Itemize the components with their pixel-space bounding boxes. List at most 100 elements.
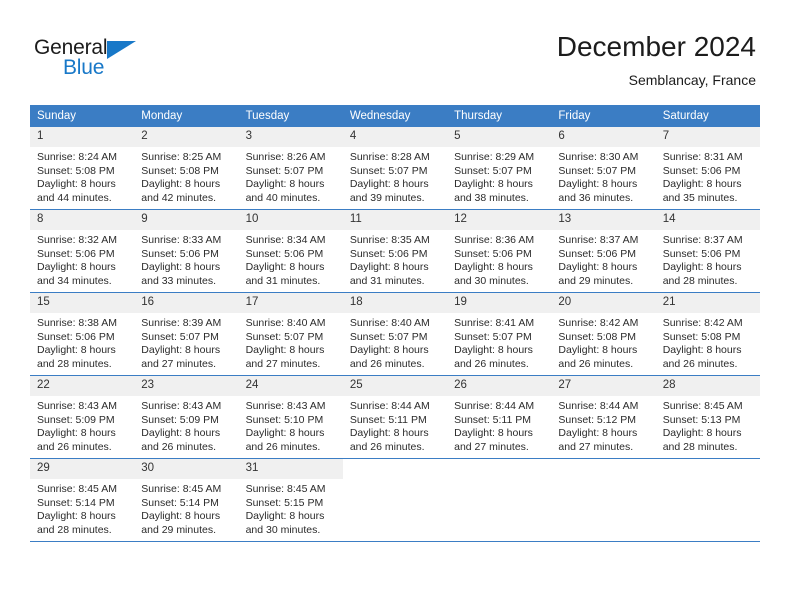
sunrise-text: Sunrise: 8:45 AM <box>37 483 117 495</box>
day-cell[interactable]: 7 Sunrise: 8:31 AM Sunset: 5:06 PM Daylight… <box>655 127 760 210</box>
sunset-text: Sunset: 5:15 PM <box>245 496 324 509</box>
day-cell[interactable]: 8 Sunrise: 8:32 AM Sunset: 5:06 PM Daylight… <box>30 209 135 293</box>
day-cell[interactable]: 24 Sunrise: 8:43 AM Sunset: 5:10 PM Dayligh… <box>238 375 343 459</box>
day-cell[interactable]: 18 Sunrise: 8:40 AM Sunset: 5:07 PM Dayligh… <box>342 292 448 376</box>
day-cell[interactable]: 10 Sunrise: 8:34 AM Sunset: 5:06 PM Dayligh… <box>238 209 343 293</box>
day-cell[interactable]: 28 Sunrise: 8:45 AM Sunset: 5:13 PM Dayligh… <box>655 375 760 459</box>
day-number: 19 <box>447 293 552 313</box>
daylight-text: and 38 minutes. <box>454 191 529 204</box>
day-cell[interactable]: 11 Sunrise: 8:35 AM Sunset: 5:06 PM Dayligh… <box>342 209 448 293</box>
sunrise-text: Sunrise: 8:32 AM <box>37 234 117 246</box>
sunrise-text: Sunrise: 8:40 AM <box>349 317 430 329</box>
day-cell[interactable]: 29 Sunrise: 8:45 AM Sunset: 5:14 PM Dayligh… <box>30 458 135 541</box>
day-cell[interactable]: 22 Sunrise: 8:43 AM Sunset: 5:09 PM Dayligh… <box>30 375 135 459</box>
day-cell-empty <box>342 458 448 541</box>
daylight-text: and 28 minutes. <box>37 357 112 370</box>
daylight-text: Daylight: 8 hours <box>349 178 429 191</box>
day-cell[interactable]: 4 Sunrise: 8:28 AM Sunset: 5:07 PM Daylight… <box>342 127 448 210</box>
daylight-text: and 27 minutes. <box>558 440 634 453</box>
day-details: Sunrise: 8:44 AM Sunset: 5:12 PM Daylight:… <box>551 396 655 454</box>
day-cell[interactable]: 23 Sunrise: 8:43 AM Sunset: 5:09 PM Dayligh… <box>134 375 239 459</box>
sunrise-text: Sunrise: 8:38 AM <box>37 317 117 329</box>
day-number: 30 <box>134 459 239 479</box>
day-cell[interactable]: 31 Sunrise: 8:45 AM Sunset: 5:15 PM Dayligh… <box>238 458 343 541</box>
daylight-text: Daylight: 8 hours <box>245 427 325 440</box>
day-number: 2 <box>134 127 239 147</box>
day-details: Sunrise: 8:43 AM Sunset: 5:10 PM Daylight:… <box>239 396 343 454</box>
day-number: 27 <box>551 376 656 396</box>
day-cell[interactable]: 5 Sunrise: 8:29 AM Sunset: 5:07 PM Daylight… <box>447 127 552 210</box>
day-cell[interactable]: 17 Sunrise: 8:40 AM Sunset: 5:07 PM Dayligh… <box>238 292 343 376</box>
sunset-text: Sunset: 5:06 PM <box>662 247 741 260</box>
day-details: Sunrise: 8:34 AM Sunset: 5:06 PM Daylight:… <box>239 230 343 288</box>
daylight-text: Daylight: 8 hours <box>245 178 325 191</box>
day-details: Sunrise: 8:35 AM Sunset: 5:06 PM Daylight:… <box>343 230 447 288</box>
day-cell[interactable]: 25 Sunrise: 8:44 AM Sunset: 5:11 PM Dayligh… <box>342 375 448 459</box>
sunset-text: Sunset: 5:07 PM <box>349 330 428 343</box>
day-details: Sunrise: 8:45 AM Sunset: 5:15 PM Daylight:… <box>239 479 343 537</box>
day-cell[interactable]: 13 Sunrise: 8:37 AM Sunset: 5:06 PM Dayligh… <box>551 209 656 293</box>
day-details: Sunrise: 8:28 AM Sunset: 5:07 PM Daylight:… <box>343 147 447 205</box>
sunset-text: Sunset: 5:10 PM <box>245 413 324 426</box>
calendar-body: 1 Sunrise: 8:24 AM Sunset: 5:08 PM Daylight… <box>30 127 760 541</box>
day-number: 21 <box>655 293 760 313</box>
brand-logo[interactable]: General Blue <box>34 36 164 88</box>
day-details: Sunrise: 8:44 AM Sunset: 5:11 PM Daylight:… <box>447 396 551 454</box>
daylight-text: Daylight: 8 hours <box>662 344 742 357</box>
daylight-text: and 26 minutes. <box>349 440 425 453</box>
day-number: 5 <box>447 127 552 147</box>
day-cell[interactable]: 15 Sunrise: 8:38 AM Sunset: 5:06 PM Dayligh… <box>30 292 135 376</box>
daylight-text: Daylight: 8 hours <box>37 344 116 357</box>
sunset-text: Sunset: 5:06 PM <box>141 247 219 260</box>
sunset-text: Sunset: 5:09 PM <box>37 413 115 426</box>
day-cell[interactable]: 26 Sunrise: 8:44 AM Sunset: 5:11 PM Dayligh… <box>447 375 552 459</box>
daylight-text: Daylight: 8 hours <box>141 344 221 357</box>
daylight-text: and 28 minutes. <box>662 440 738 453</box>
daylight-text: and 27 minutes. <box>245 357 321 370</box>
sunrise-text: Sunrise: 8:41 AM <box>454 317 535 329</box>
day-cell[interactable]: 19 Sunrise: 8:41 AM Sunset: 5:07 PM Dayligh… <box>447 292 552 376</box>
day-cell[interactable]: 12 Sunrise: 8:36 AM Sunset: 5:06 PM Dayligh… <box>447 209 552 293</box>
daylight-text: Daylight: 8 hours <box>662 261 742 274</box>
daylight-text: and 30 minutes. <box>245 523 321 536</box>
day-number: 20 <box>551 293 656 313</box>
sunrise-text: Sunrise: 8:39 AM <box>141 317 222 329</box>
day-cell[interactable]: 30 Sunrise: 8:45 AM Sunset: 5:14 PM Dayligh… <box>134 458 239 541</box>
day-cell[interactable]: 21 Sunrise: 8:42 AM Sunset: 5:08 PM Dayligh… <box>655 292 760 376</box>
sunrise-text: Sunrise: 8:29 AM <box>454 151 535 163</box>
daylight-text: Daylight: 8 hours <box>37 178 116 191</box>
day-cell[interactable]: 6 Sunrise: 8:30 AM Sunset: 5:07 PM Daylight… <box>551 127 656 210</box>
day-number: 7 <box>655 127 760 147</box>
day-cell[interactable]: 27 Sunrise: 8:44 AM Sunset: 5:12 PM Dayligh… <box>551 375 656 459</box>
day-number: 26 <box>447 376 552 396</box>
day-number: 15 <box>30 293 135 313</box>
day-number: 11 <box>342 210 448 230</box>
sunset-text: Sunset: 5:06 PM <box>245 247 324 260</box>
day-cell[interactable]: 14 Sunrise: 8:37 AM Sunset: 5:06 PM Dayligh… <box>655 209 760 293</box>
sunrise-text: Sunrise: 8:36 AM <box>454 234 535 246</box>
day-cell[interactable]: 20 Sunrise: 8:42 AM Sunset: 5:08 PM Dayligh… <box>551 292 656 376</box>
sunrise-text: Sunrise: 8:28 AM <box>349 151 430 163</box>
day-details: Sunrise: 8:45 AM Sunset: 5:14 PM Daylight:… <box>134 479 238 537</box>
sunrise-text: Sunrise: 8:44 AM <box>558 400 639 412</box>
daylight-text: and 26 minutes. <box>141 440 216 453</box>
calendar-table: Sunday Monday Tuesday Wednesday Thursday Frid… <box>30 105 760 541</box>
day-cell[interactable]: 3 Sunrise: 8:26 AM Sunset: 5:07 PM Daylight… <box>238 127 343 210</box>
day-cell[interactable]: 1 Sunrise: 8:24 AM Sunset: 5:08 PM Daylight… <box>30 127 135 210</box>
daylight-text: Daylight: 8 hours <box>662 178 742 191</box>
sunrise-text: Sunrise: 8:44 AM <box>349 400 430 412</box>
sunset-text: Sunset: 5:11 PM <box>454 413 531 426</box>
daylight-text: and 35 minutes. <box>662 191 738 204</box>
sunset-text: Sunset: 5:13 PM <box>662 413 741 426</box>
day-details <box>551 479 655 483</box>
day-number: 31 <box>238 459 343 479</box>
table-bottom-rule <box>30 541 760 542</box>
day-cell[interactable]: 16 Sunrise: 8:39 AM Sunset: 5:07 PM Dayligh… <box>134 292 239 376</box>
sunrise-text: Sunrise: 8:43 AM <box>37 400 117 412</box>
day-cell[interactable]: 9 Sunrise: 8:33 AM Sunset: 5:06 PM Daylight… <box>134 209 239 293</box>
day-number: 18 <box>342 293 448 313</box>
day-number: 3 <box>238 127 343 147</box>
day-cell[interactable]: 2 Sunrise: 8:25 AM Sunset: 5:08 PM Daylight… <box>134 127 239 210</box>
day-details: Sunrise: 8:31 AM Sunset: 5:06 PM Daylight:… <box>656 147 760 205</box>
daylight-text: and 26 minutes. <box>558 357 634 370</box>
